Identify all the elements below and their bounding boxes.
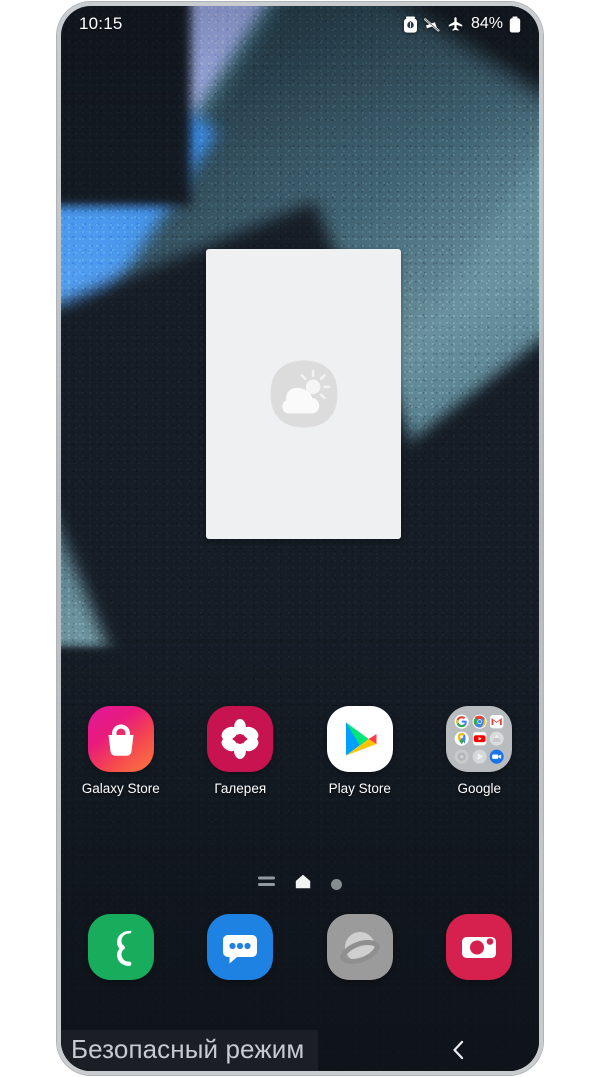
play-icon bbox=[472, 749, 487, 764]
phone-screen: 10:15 84% Galaxy Store Галерея Play Stor… bbox=[61, 6, 539, 1071]
google-folder-icon[interactable] bbox=[446, 706, 513, 772]
weather-cloud-sun-icon bbox=[266, 356, 342, 432]
gallery-icon[interactable] bbox=[207, 706, 274, 772]
messages-icon[interactable] bbox=[207, 914, 274, 980]
phone-device-frame: 10:15 84% Galaxy Store Галерея Play Stor… bbox=[57, 2, 543, 1075]
dock-app-internet[interactable] bbox=[300, 914, 420, 980]
internet-browser-icon[interactable] bbox=[326, 914, 393, 980]
app-google-folder[interactable]: Google bbox=[420, 706, 540, 796]
camera-icon[interactable] bbox=[446, 914, 513, 980]
status-time: 10:15 bbox=[79, 14, 123, 33]
home-page-icon[interactable] bbox=[295, 874, 311, 894]
phone-icon[interactable] bbox=[87, 914, 154, 980]
dock bbox=[61, 914, 539, 980]
battery-saver-icon bbox=[403, 16, 418, 33]
maps-icon bbox=[454, 731, 469, 747]
app-galaxy-store[interactable]: Galaxy Store bbox=[61, 706, 181, 796]
page-indicator bbox=[61, 874, 539, 894]
apps-list-icon[interactable] bbox=[258, 875, 275, 893]
photos-icon bbox=[454, 749, 469, 764]
folder-app-grid bbox=[454, 714, 504, 764]
dock-app-camera[interactable] bbox=[420, 914, 540, 980]
home-app-grid: Galaxy Store Галерея Play Store Google bbox=[61, 706, 539, 796]
dock-app-messages[interactable] bbox=[181, 914, 301, 980]
meet-icon bbox=[489, 749, 504, 764]
app-label: Galaxy Store bbox=[81, 781, 160, 796]
play-store-icon[interactable] bbox=[326, 706, 393, 772]
status-icon-group: 84% bbox=[403, 15, 521, 33]
safe-mode-toast: Безопасный режим bbox=[61, 1029, 319, 1071]
status-bar: 10:15 84% bbox=[61, 6, 539, 42]
back-icon[interactable] bbox=[380, 1029, 539, 1071]
chrome-icon bbox=[472, 714, 487, 729]
app-label: Play Store bbox=[328, 781, 391, 796]
galaxy-store-icon[interactable] bbox=[87, 706, 154, 772]
app-label: Галерея bbox=[214, 781, 267, 796]
gmail-icon bbox=[489, 714, 504, 729]
mute-icon bbox=[424, 16, 441, 33]
page-dot[interactable] bbox=[331, 878, 342, 890]
youtube-icon bbox=[472, 731, 487, 746]
battery-percent-label: 84% bbox=[470, 15, 503, 32]
weather-widget[interactable] bbox=[206, 249, 401, 539]
airplane-mode-icon bbox=[447, 16, 464, 33]
app-label: Google bbox=[457, 781, 502, 796]
battery-icon bbox=[509, 16, 521, 33]
app-play-store[interactable]: Play Store bbox=[300, 706, 420, 796]
google-search-icon bbox=[454, 714, 469, 729]
app-gallery[interactable]: Галерея bbox=[181, 706, 301, 796]
dock-app-phone[interactable] bbox=[61, 914, 181, 980]
drive-icon bbox=[489, 731, 504, 747]
